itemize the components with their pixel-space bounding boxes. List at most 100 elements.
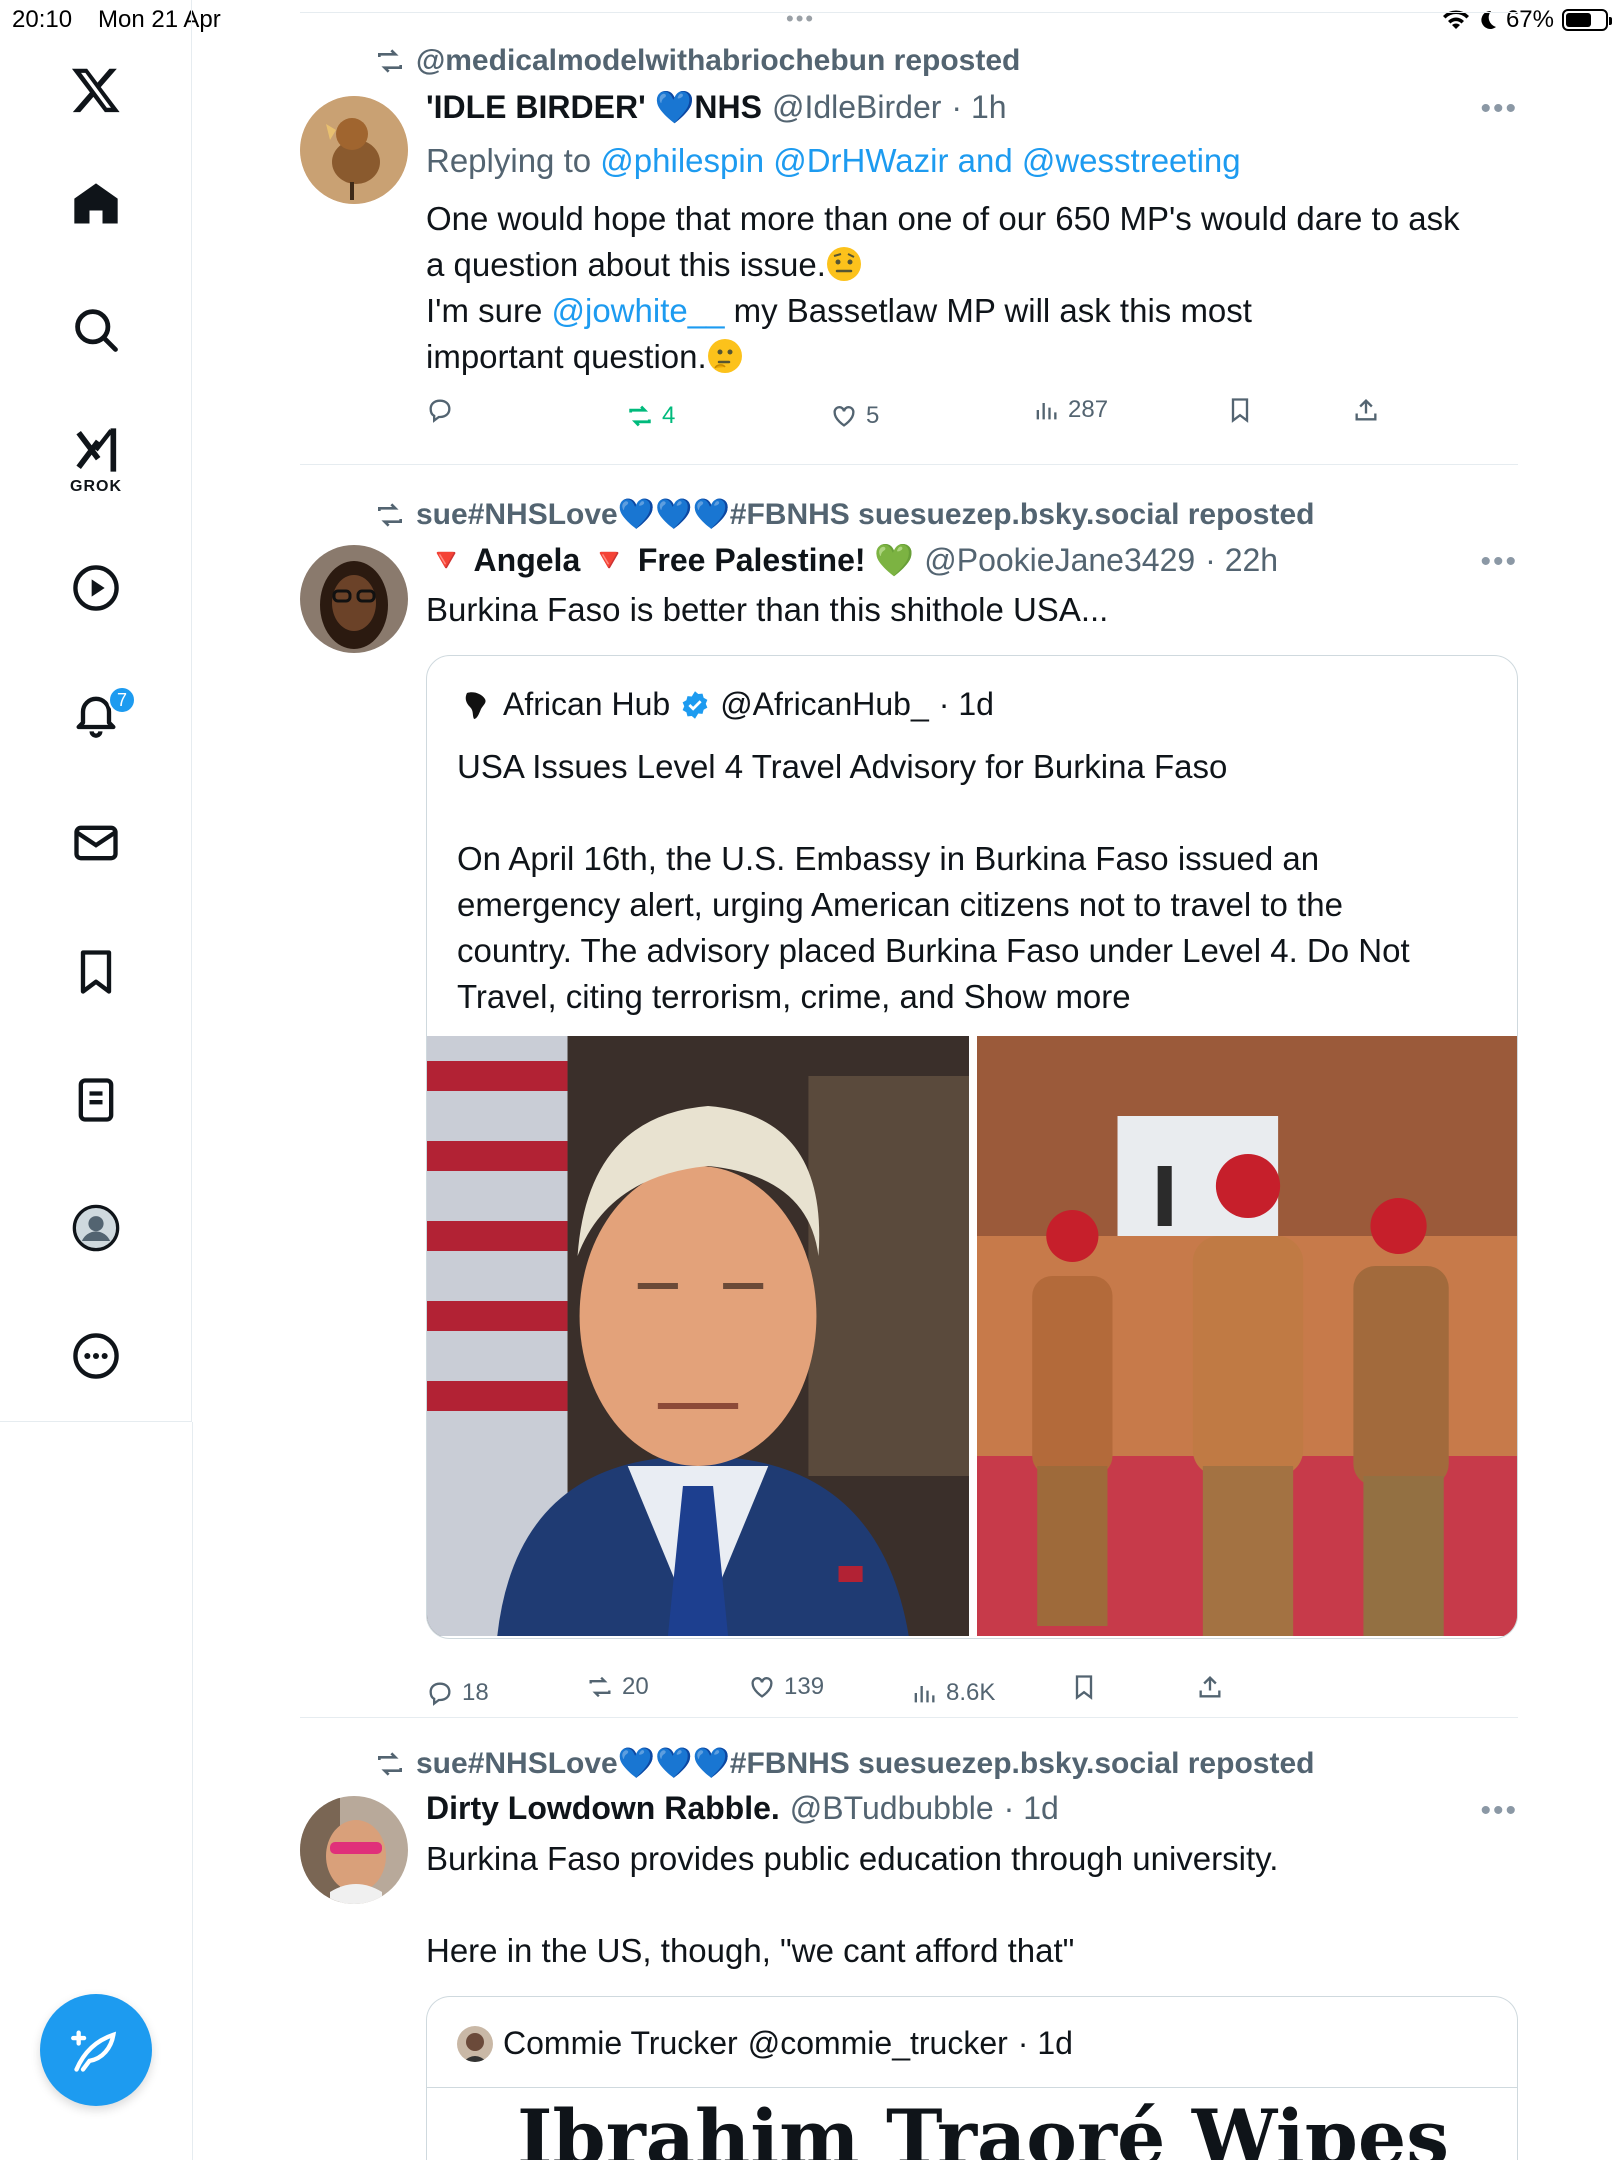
more-options-icon[interactable]: ••• [1480,545,1518,579]
quote-media[interactable] [427,1036,1517,1636]
quote-display-name: African Hub [503,686,671,722]
repost-button[interactable]: 20 [586,1673,649,1701]
quote-text-line: emergency alert, urging American citizen… [457,886,1343,923]
lists-icon[interactable] [56,1060,136,1140]
raised-eyebrow-emoji-icon [826,247,861,281]
bookmark-button[interactable] [1226,396,1254,424]
views-chart-icon [914,1686,935,1703]
tweet-text-line: important question. [426,334,1506,380]
battery-fill [1566,13,1592,27]
reply-button[interactable] [426,396,462,424]
quote-text-line: On April 16th, the U.S. Embassy in Burki… [457,840,1320,877]
grok-label: GROK [70,478,122,495]
tweet-text: Burkina Faso is better than this shithol… [426,591,1109,628]
replying-to-handles[interactable]: @philespin @DrHWazir and @wesstreeting [600,142,1240,179]
tweet-text-segment: a question about this issue. [426,246,826,283]
video-play-icon[interactable] [56,548,136,628]
tweet-time[interactable]: · 1h [951,89,1006,126]
replying-to: Replying to @philespin @DrHWazir and @we… [426,138,1506,184]
quoted-tweet[interactable]: African Hub @AfricanHub_ · 1d USA Issues… [426,655,1518,1639]
quote-avatar [457,686,493,723]
quote-text-line: country. The advisory placed Burkina Fas… [457,932,1410,969]
like-count: 139 [784,1673,825,1700]
like-button[interactable]: 139 [748,1673,824,1701]
quote-text-line: Travel, citing terrorism, crime, and Sho… [457,978,1131,1015]
tweet-text-segment: I'm sure [426,292,543,329]
tweet-text-line: One would hope that more than one of our… [426,200,1460,237]
tweet-text-line: Burkina Faso provides public education t… [426,1840,1279,1877]
quote-header: Commie Trucker @commie_trucker · 1d [457,2025,1073,2062]
battery-icon [1562,9,1612,31]
repost-button[interactable]: 4 [626,402,675,430]
x-logo-icon[interactable] [56,50,136,130]
bookmark-button[interactable] [1070,1673,1098,1701]
view-count: 287 [1068,396,1109,423]
multitask-dots-icon[interactable]: ••• [786,6,815,32]
repost-icon [589,1676,611,1698]
bookmark-icon [1075,1675,1093,1700]
display-name[interactable]: Dirty Lowdown Rabble. [426,1790,780,1827]
repost-icon [378,49,402,73]
quote-avatar [457,2025,493,2062]
tweet-time[interactable]: · 1d [1004,1790,1059,1827]
like-count: 5 [866,402,880,429]
repost-count: 4 [662,402,676,429]
user-avatar[interactable] [300,545,408,653]
verified-badge-icon [682,690,708,719]
tweet-actions: 4 5 287 [426,396,1426,436]
repost-context: sue#NHSLove💙💙💙#FBNHS suesuezep.bsky.soci… [374,1746,1314,1781]
views-button[interactable]: 8.6K [910,1679,995,1707]
tweet-text-segment: my Bassetlaw MP will ask this most [733,292,1252,329]
heart-icon [833,406,855,427]
reply-button[interactable]: 18 [426,1679,489,1707]
like-button[interactable]: 5 [830,402,879,430]
repost-icon [629,405,651,427]
quote-text: USA Issues Level 4 Travel Advisory for B… [457,744,1497,1020]
thinking-face-emoji-icon [707,339,742,373]
sidebar: GROK 7 [0,0,193,2160]
quote-time: · 1d [1017,2025,1073,2061]
user-handle[interactable]: @BTudbubble [790,1790,994,1827]
notification-badge: 7 [108,686,136,714]
compose-post-button[interactable] [40,1994,152,2106]
views-button[interactable]: 287 [1032,396,1108,424]
media-image-portrait[interactable] [427,1036,969,1636]
display-name[interactable]: 🔻 Angela 🔻 Free Palestine! 💚 [426,541,914,579]
display-name[interactable]: 'IDLE BIRDER' 💙NHS [426,88,762,126]
media-image-soldiers[interactable] [977,1036,1517,1636]
user-avatar[interactable] [300,96,408,204]
user-handle[interactable]: @IdleBirder [772,89,941,126]
share-icon [1355,399,1377,421]
share-button[interactable] [1196,1673,1224,1701]
more-options-icon[interactable] [56,1316,136,1396]
tweet-text-segment: important question. [426,338,707,375]
messages-envelope-icon[interactable] [56,803,136,883]
mention-link[interactable]: @jowhite__ [552,292,725,329]
reply-icon [429,399,451,423]
tweet-header: 'IDLE BIRDER' 💙NHS @IdleBirder · 1h [426,88,1007,126]
home-icon[interactable] [56,164,136,244]
repost-icon [378,502,402,527]
quote-image-headline: Ibrahim Traoré Wipes [517,2093,1450,2160]
reply-icon [429,1682,451,1706]
quote-user-handle: @commie_trucker [747,2025,1008,2061]
repost-by-text: sue#NHSLove💙💙💙#FBNHS suesuezep.bsky.soci… [416,498,1315,531]
view-count: 8.6K [946,1679,996,1706]
share-button[interactable] [1352,396,1380,424]
battery-percent: 67% [1505,6,1554,33]
tweet-header: 🔻 Angela 🔻 Free Palestine! 💚 @PookieJane… [426,541,1278,579]
search-icon[interactable] [56,290,136,370]
tweet-actions: 18 20 139 8.6K [426,1673,1426,1713]
more-options-icon[interactable]: ••• [1480,1794,1518,1828]
user-handle[interactable]: @PookieJane3429 [924,542,1195,579]
more-options-icon[interactable]: ••• [1480,92,1518,126]
tweet-time[interactable]: · 22h [1205,542,1278,579]
user-avatar[interactable] [300,1796,408,1904]
profile-avatar-icon[interactable] [56,1188,136,1268]
share-icon [1199,1676,1221,1698]
bookmarks-icon[interactable] [56,932,136,1012]
quoted-tweet[interactable]: Commie Trucker @commie_trucker · 1d Ibra… [426,1996,1518,2160]
repost-context: @medicalmodelwithabriochebun reposted [374,44,1020,78]
quote-text-line: USA Issues Level 4 Travel Advisory for B… [457,748,1228,785]
tweet-text: One would hope that more than one of our… [426,196,1506,380]
